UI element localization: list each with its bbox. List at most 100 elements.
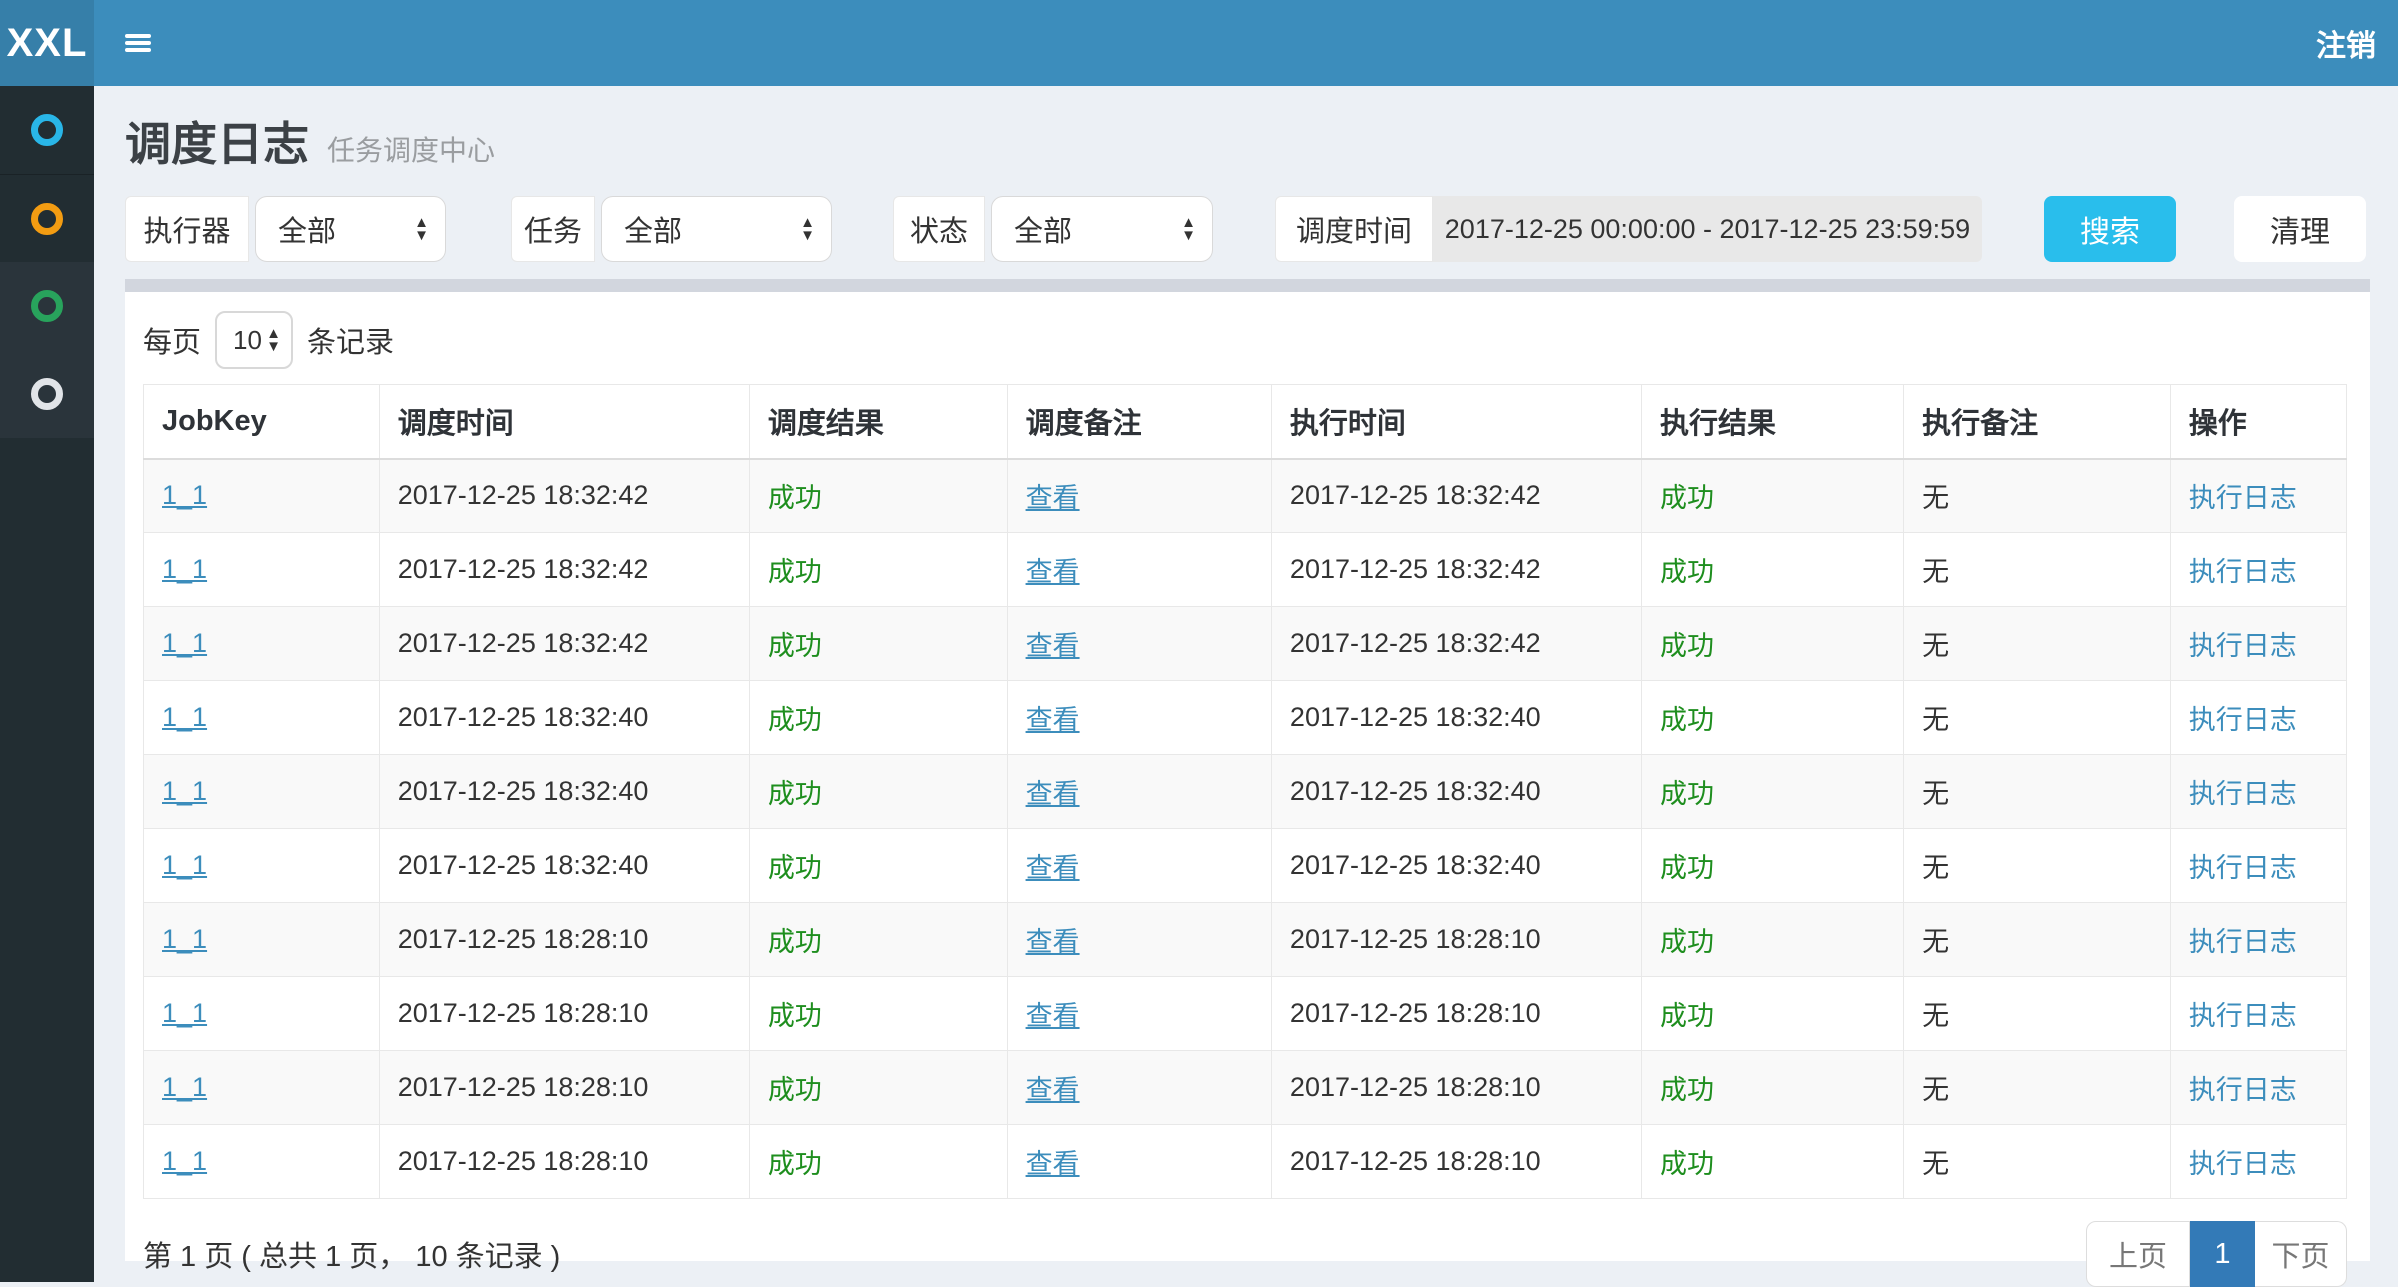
exec-log-link-cell: 执行日志: [2170, 607, 2346, 681]
select-arrows-icon: ▲▼: [800, 216, 815, 242]
handle-result-cell: 成功: [1642, 1051, 1904, 1125]
exec-log-link[interactable]: 执行日志: [2189, 1001, 2297, 1031]
handle-msg-cell: 无: [1904, 1051, 2171, 1125]
jobkey-link[interactable]: 1_1: [162, 924, 207, 954]
sidebar-item-1[interactable]: [0, 86, 94, 174]
table-row: 1_12017-12-25 18:28:10成功查看2017-12-25 18:…: [144, 1051, 2347, 1125]
trigger-msg-link-cell: 查看: [1007, 459, 1271, 533]
circle-outline-icon: [31, 378, 63, 410]
handle-time-cell: 2017-12-25 18:28:10: [1271, 1125, 1641, 1199]
jobkey-link[interactable]: 1_1: [162, 702, 207, 732]
trigger-time-cell: 2017-12-25 18:32:42: [379, 533, 749, 607]
jobkey-link[interactable]: 1_1: [162, 998, 207, 1028]
trigger-result-cell: 成功: [749, 755, 1007, 829]
exec-log-link[interactable]: 执行日志: [2189, 779, 2297, 809]
exec-log-link-cell: 执行日志: [2170, 533, 2346, 607]
clear-button[interactable]: 清理: [2234, 196, 2366, 262]
trigger-msg-link-cell: 查看: [1007, 977, 1271, 1051]
handle-result-cell: 成功: [1642, 607, 1904, 681]
select-arrows-icon: ▲▼: [1181, 216, 1196, 242]
trigger-time-cell: 2017-12-25 18:32:40: [379, 755, 749, 829]
trigger-time-cell: 2017-12-25 18:32:40: [379, 829, 749, 903]
table-row: 1_12017-12-25 18:28:10成功查看2017-12-25 18:…: [144, 977, 2347, 1051]
handle-msg-cell: 无: [1904, 1125, 2171, 1199]
exec-log-link[interactable]: 执行日志: [2189, 853, 2297, 883]
page-subtitle: 任务调度中心: [327, 129, 495, 169]
column-header-4: 调度备注: [1007, 385, 1271, 459]
jobkey-link[interactable]: 1_1: [162, 776, 207, 806]
exec-log-link[interactable]: 执行日志: [2189, 483, 2297, 513]
table-row: 1_12017-12-25 18:28:10成功查看2017-12-25 18:…: [144, 1125, 2347, 1199]
trigger-msg-link[interactable]: 查看: [1026, 1001, 1080, 1031]
trigger-time-cell: 2017-12-25 18:28:10: [379, 977, 749, 1051]
dispatch-log-table: JobKey调度时间调度结果调度备注执行时间执行结果执行备注操作 1_12017…: [143, 384, 2347, 1199]
handle-result-cell: 成功: [1642, 533, 1904, 607]
sidebar-item-4[interactable]: [0, 350, 94, 438]
trigger-msg-link-cell: 查看: [1007, 1125, 1271, 1199]
status-filter-select[interactable]: 全部 ▲▼: [991, 196, 1213, 262]
trigger-result-cell: 成功: [749, 977, 1007, 1051]
trigger-msg-link[interactable]: 查看: [1026, 927, 1080, 957]
trigger-msg-link[interactable]: 查看: [1026, 853, 1080, 883]
trigger-msg-link[interactable]: 查看: [1026, 705, 1080, 735]
trigger-msg-link-cell: 查看: [1007, 755, 1271, 829]
handle-msg-cell: 无: [1904, 977, 2171, 1051]
sidebar-toggle-button[interactable]: [94, 0, 182, 86]
exec-log-link[interactable]: 执行日志: [2189, 927, 2297, 957]
handle-msg-cell: 无: [1904, 681, 2171, 755]
jobkey-link[interactable]: 1_1: [162, 1072, 207, 1102]
handle-time-cell: 2017-12-25 18:32:40: [1271, 755, 1641, 829]
jobkey-link[interactable]: 1_1: [162, 554, 207, 584]
jobkey-link[interactable]: 1_1: [162, 628, 207, 658]
trigger-msg-link[interactable]: 查看: [1026, 1075, 1080, 1105]
jobkey-link[interactable]: 1_1: [162, 1146, 207, 1176]
trigger-time-range-input[interactable]: [1433, 196, 1982, 262]
handle-result-cell: 成功: [1642, 755, 1904, 829]
column-header-8: 操作: [2170, 385, 2346, 459]
sidebar-item-2[interactable]: [0, 174, 94, 262]
job-filter-select[interactable]: 全部 ▲▼: [601, 196, 832, 262]
column-header-6: 执行结果: [1642, 385, 1904, 459]
page-size-select[interactable]: 10 ▲▼: [215, 311, 293, 369]
app-logo[interactable]: XXL: [0, 0, 94, 86]
jobkey-link-cell: 1_1: [144, 903, 380, 977]
exec-log-link-cell: 执行日志: [2170, 977, 2346, 1051]
page-size-row: 每页 10 ▲▼ 条记录: [143, 308, 2347, 372]
trigger-time-cell: 2017-12-25 18:28:10: [379, 1051, 749, 1125]
trigger-result-cell: 成功: [749, 903, 1007, 977]
sidebar-item-3[interactable]: [0, 262, 94, 350]
select-arrows-icon: ▲▼: [414, 216, 429, 242]
select-arrows-icon: ▲▼: [266, 327, 281, 353]
prev-page-button[interactable]: 上页: [2086, 1221, 2190, 1287]
handle-msg-cell: 无: [1904, 829, 2171, 903]
exec-log-link[interactable]: 执行日志: [2189, 557, 2297, 587]
exec-log-link-cell: 执行日志: [2170, 459, 2346, 533]
handle-msg-cell: 无: [1904, 459, 2171, 533]
exec-log-link[interactable]: 执行日志: [2189, 705, 2297, 735]
trigger-msg-link[interactable]: 查看: [1026, 483, 1080, 513]
executor-filter-select[interactable]: 全部 ▲▼: [255, 196, 446, 262]
trigger-msg-link[interactable]: 查看: [1026, 557, 1080, 587]
trigger-msg-link[interactable]: 查看: [1026, 779, 1080, 809]
trigger-msg-link-cell: 查看: [1007, 681, 1271, 755]
exec-log-link[interactable]: 执行日志: [2189, 1075, 2297, 1105]
trigger-msg-link-cell: 查看: [1007, 607, 1271, 681]
trigger-msg-link[interactable]: 查看: [1026, 1149, 1080, 1179]
jobkey-link[interactable]: 1_1: [162, 480, 207, 510]
exec-log-link[interactable]: 执行日志: [2189, 1149, 2297, 1179]
trigger-time-cell: 2017-12-25 18:28:10: [379, 903, 749, 977]
exec-log-link[interactable]: 执行日志: [2189, 631, 2297, 661]
pagination-bar: 第 1 页 ( 总共 1 页， 10 条记录 ) 上页 1 下页: [143, 1221, 2347, 1287]
jobkey-link[interactable]: 1_1: [162, 850, 207, 880]
logout-link[interactable]: 注销: [2294, 0, 2398, 86]
table-row: 1_12017-12-25 18:32:40成功查看2017-12-25 18:…: [144, 829, 2347, 903]
current-page-button[interactable]: 1: [2190, 1221, 2255, 1287]
handle-msg-cell: 无: [1904, 533, 2171, 607]
next-page-button[interactable]: 下页: [2255, 1221, 2347, 1287]
search-button[interactable]: 搜索: [2044, 196, 2176, 262]
trigger-msg-link-cell: 查看: [1007, 829, 1271, 903]
trigger-msg-link[interactable]: 查看: [1026, 631, 1080, 661]
trigger-result-cell: 成功: [749, 607, 1007, 681]
handle-time-cell: 2017-12-25 18:28:10: [1271, 1051, 1641, 1125]
handle-msg-cell: 无: [1904, 903, 2171, 977]
